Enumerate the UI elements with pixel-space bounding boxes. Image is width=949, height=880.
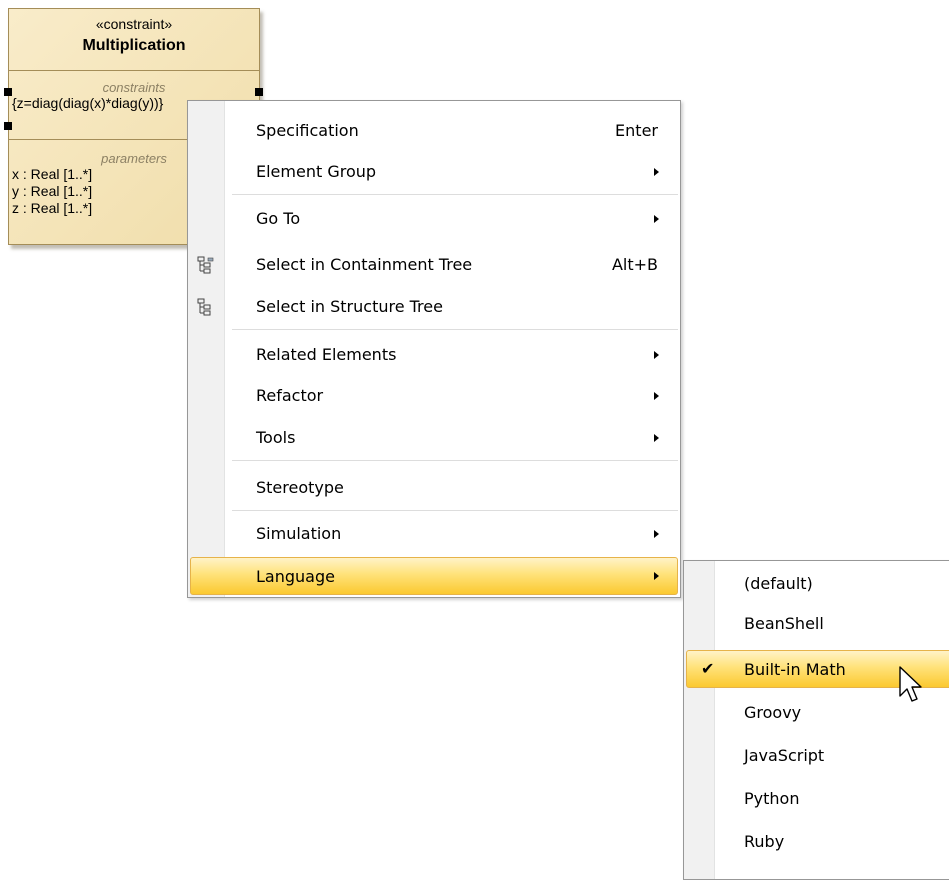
menu-item-refactor[interactable]: Refactor <box>190 377 678 415</box>
selection-handle[interactable] <box>4 88 12 96</box>
menu-item-specification[interactable]: Specification Enter <box>190 112 678 150</box>
context-menu: Specification Enter Element Group Go To … <box>187 100 681 598</box>
menu-item-language[interactable]: Language <box>190 557 678 595</box>
menu-item-label: (default) <box>744 574 813 593</box>
block-name: Multiplication <box>82 37 186 54</box>
menu-item-label: Simulation <box>256 524 342 543</box>
menu-item-label: Built-in Math <box>744 660 846 679</box>
menu-item-label: Refactor <box>256 386 324 405</box>
language-item-ruby[interactable]: Ruby <box>686 823 949 861</box>
menu-item-shortcut: Enter <box>615 121 658 140</box>
submenu-arrow-icon <box>654 572 659 580</box>
menu-item-go-to[interactable]: Go To <box>190 200 678 238</box>
submenu-arrow-icon <box>654 434 659 442</box>
menu-item-simulation[interactable]: Simulation <box>190 515 678 553</box>
language-item-beanshell[interactable]: BeanShell <box>686 605 949 643</box>
menu-divider <box>232 510 678 511</box>
submenu-arrow-icon <box>654 351 659 359</box>
menu-item-label: Go To <box>256 209 301 228</box>
submenu-arrow-icon <box>654 215 659 223</box>
menu-item-label: Python <box>744 789 800 808</box>
language-item-default[interactable]: (default) <box>686 565 949 603</box>
submenu-arrow-icon <box>654 168 659 176</box>
mouse-cursor-icon <box>899 666 922 702</box>
menu-item-label: Language <box>256 567 335 586</box>
menu-item-related-elements[interactable]: Related Elements <box>190 336 678 374</box>
menu-item-label: Ruby <box>744 832 785 851</box>
menu-item-element-group[interactable]: Element Group <box>190 153 678 191</box>
menu-item-label: Element Group <box>256 162 377 181</box>
block-stereotype: «constraint» <box>95 16 173 32</box>
constraints-title: constraints <box>102 80 166 95</box>
menu-item-shortcut: Alt+B <box>611 255 658 274</box>
menu-divider <box>232 460 678 461</box>
menu-divider <box>232 329 678 330</box>
language-item-python[interactable]: Python <box>686 780 949 818</box>
menu-item-stereotype[interactable]: Stereotype <box>190 469 678 507</box>
checkmark-icon: ✔ <box>701 659 715 678</box>
menu-item-label: JavaScript <box>744 746 825 765</box>
block-header: «constraint» Multiplication <box>9 9 259 70</box>
menu-divider <box>232 194 678 195</box>
submenu-arrow-icon <box>654 392 659 400</box>
menu-item-label: Select in Containment Tree <box>256 255 473 274</box>
language-item-javascript[interactable]: JavaScript <box>686 737 949 775</box>
menu-item-label: Groovy <box>744 703 802 722</box>
submenu-arrow-icon <box>654 530 659 538</box>
structure-tree-icon <box>197 298 211 316</box>
language-submenu: (default) BeanShell ✔ Built-in Math Groo… <box>683 560 949 880</box>
menu-item-tools[interactable]: Tools <box>190 419 678 457</box>
menu-item-label: Related Elements <box>256 345 397 364</box>
menu-item-label: Select in Structure Tree <box>256 297 443 316</box>
containment-tree-icon <box>197 256 214 274</box>
menu-item-label: Stereotype <box>256 478 344 497</box>
menu-item-label: Tools <box>256 428 296 447</box>
menu-item-select-in-containment-tree[interactable]: Select in Containment Tree Alt+B <box>190 246 678 284</box>
selection-handle[interactable] <box>4 122 12 130</box>
menu-item-label: Specification <box>256 121 359 140</box>
menu-item-select-in-structure-tree[interactable]: Select in Structure Tree <box>190 288 678 326</box>
menu-item-label: BeanShell <box>744 614 824 633</box>
selection-handle[interactable] <box>255 88 263 96</box>
